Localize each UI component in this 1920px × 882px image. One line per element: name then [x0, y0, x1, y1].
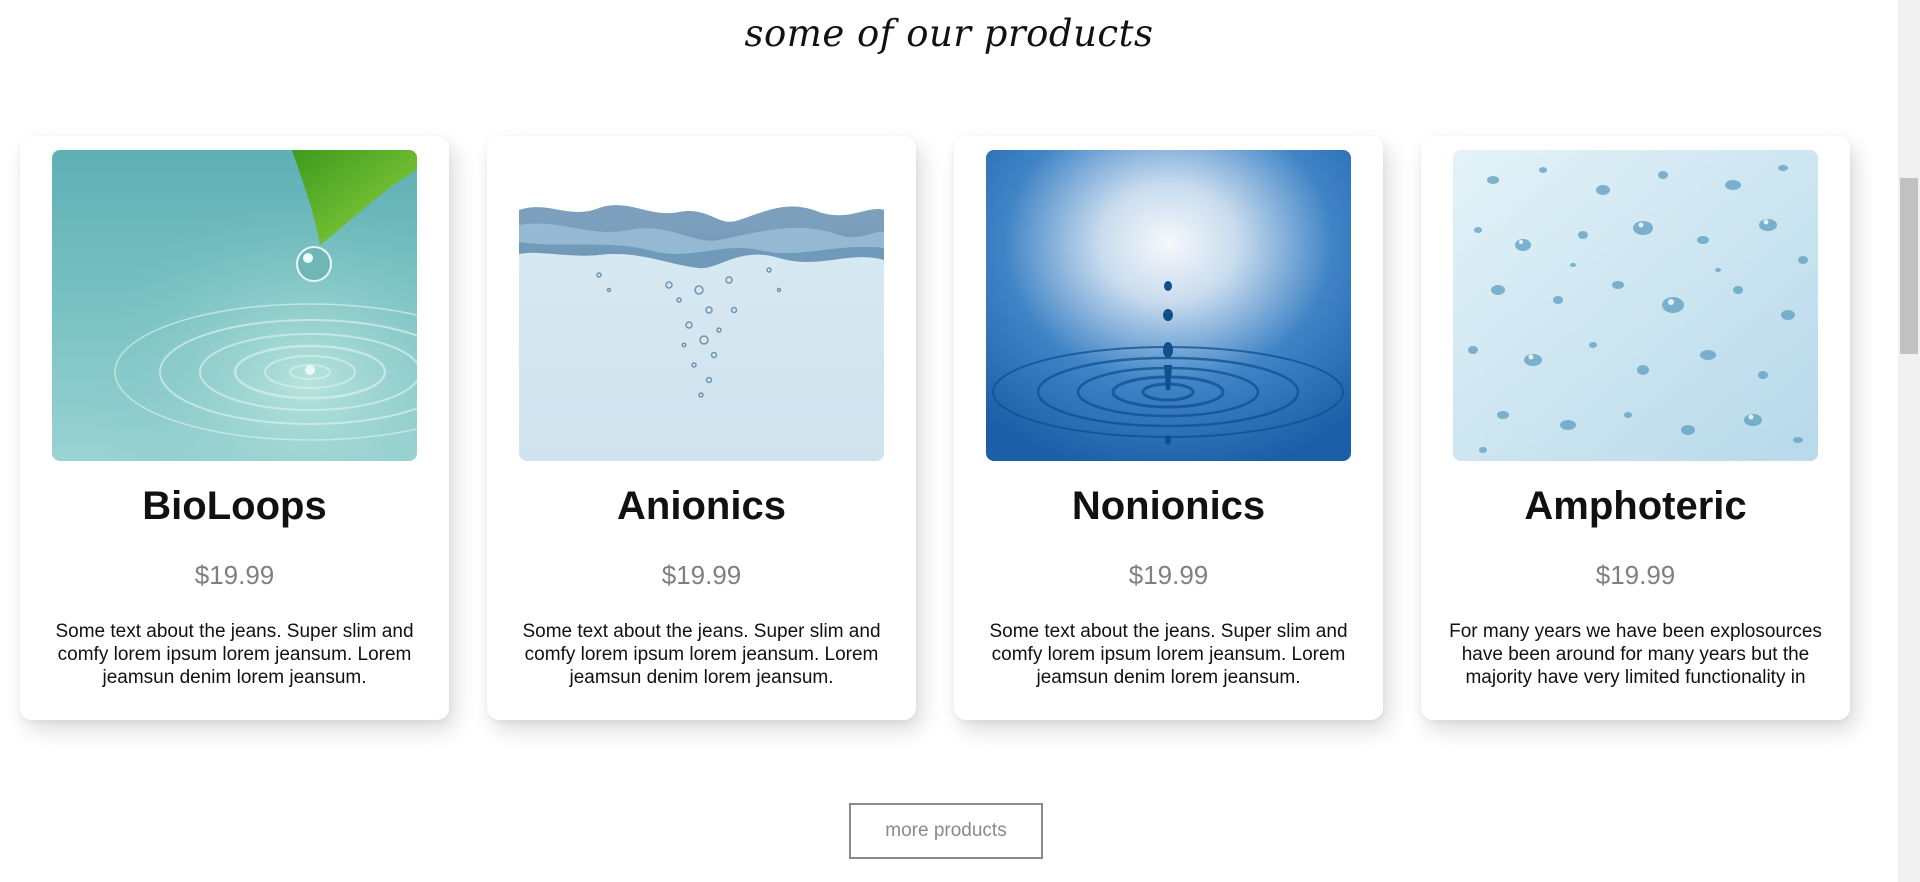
product-name: Anionics — [617, 484, 786, 528]
product-cards: BioLoops $19.99 Some text about the jean… — [20, 136, 1880, 720]
water-surface-bubbles-image[interactable] — [519, 150, 884, 461]
product-card[interactable]: Nonionics $19.99 Some text about the jea… — [954, 136, 1383, 720]
product-price: $19.99 — [1595, 560, 1676, 590]
product-description: For many years we have been explosources… — [1449, 621, 1822, 688]
product-name: BioLoops — [142, 484, 327, 528]
water-drop-leaf-image[interactable] — [52, 150, 417, 461]
page: some of our products BioLoops $19.99 Som… — [0, 0, 1920, 882]
product-price: $19.99 — [194, 560, 275, 590]
product-description: Some text about the jeans. Super slim an… — [55, 621, 414, 688]
more-products-button[interactable]: more products — [849, 803, 1043, 859]
scrollbar-thumb[interactable] — [1900, 178, 1918, 354]
product-description: Some text about the jeans. Super slim an… — [989, 621, 1348, 688]
product-card[interactable]: Anionics $19.99 Some text about the jean… — [487, 136, 916, 720]
product-card[interactable]: BioLoops $19.99 Some text about the jean… — [20, 136, 449, 720]
product-card[interactable]: Amphoteric $19.99 For many years we have… — [1421, 136, 1850, 720]
section-title: some of our products — [744, 12, 1154, 55]
water-droplets-glass-image[interactable] — [1453, 150, 1818, 461]
product-name: Amphoteric — [1524, 484, 1747, 528]
product-name: Nonionics — [1071, 484, 1266, 528]
product-price: $19.99 — [1128, 560, 1209, 590]
product-description: Some text about the jeans. Super slim an… — [522, 621, 881, 688]
product-price: $19.99 — [661, 560, 742, 590]
vertical-scrollbar[interactable] — [1898, 0, 1920, 882]
water-droplet-ripple-image[interactable] — [986, 150, 1351, 461]
